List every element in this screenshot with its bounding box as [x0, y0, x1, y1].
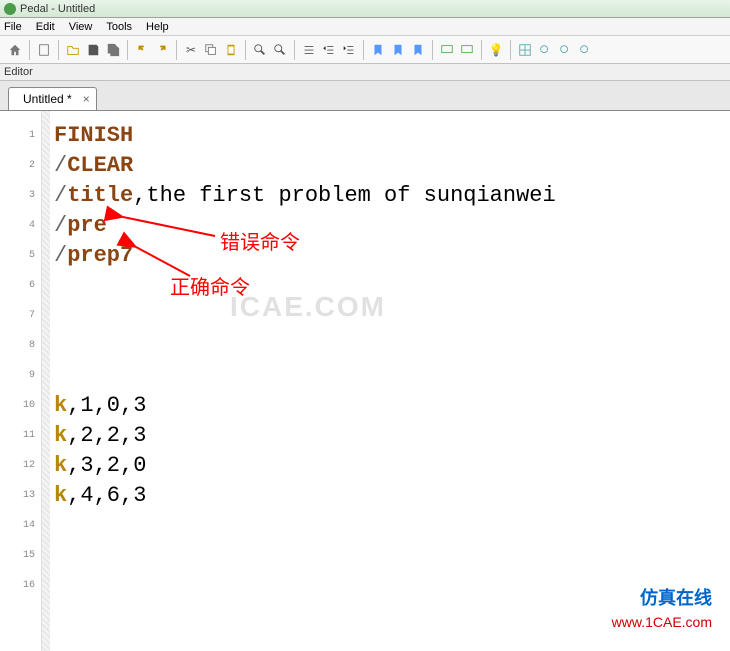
- line-number: 14: [0, 511, 41, 541]
- line-number: 7: [0, 301, 41, 331]
- code-token: k: [54, 393, 67, 418]
- separator: [29, 40, 30, 60]
- menu-file[interactable]: File: [4, 21, 22, 33]
- bookmark-next-icon[interactable]: [409, 41, 427, 59]
- code-token: /: [54, 213, 67, 238]
- paste-icon[interactable]: [222, 41, 240, 59]
- line-number: 10: [0, 391, 41, 421]
- menu-tools[interactable]: Tools: [106, 21, 132, 33]
- line-number: 9: [0, 361, 41, 391]
- separator: [176, 40, 177, 60]
- menu-help[interactable]: Help: [146, 21, 169, 33]
- tab-label: Untitled *: [23, 92, 72, 106]
- copy-icon[interactable]: [202, 41, 220, 59]
- code-token: ,the first problem of sunqianwei: [133, 183, 555, 208]
- comment-icon[interactable]: [438, 41, 456, 59]
- redo-icon[interactable]: [153, 41, 171, 59]
- brand-label: 仿真在线: [640, 584, 712, 610]
- open-icon[interactable]: [64, 41, 82, 59]
- line-number: 8: [0, 331, 41, 361]
- window-titlebar: Pedal - Untitled: [0, 0, 730, 18]
- code-token: pre: [67, 213, 107, 238]
- menu-view[interactable]: View: [69, 21, 93, 33]
- zoom-out-icon[interactable]: [576, 41, 594, 59]
- menu-bar: File Edit View Tools Help: [0, 18, 730, 36]
- line-number: 13: [0, 481, 41, 511]
- line-number: 4: [0, 211, 41, 241]
- code-token: title: [67, 183, 133, 208]
- home-icon[interactable]: [6, 41, 24, 59]
- separator: [58, 40, 59, 60]
- undo-icon[interactable]: [133, 41, 151, 59]
- bookmark-prev-icon[interactable]: [389, 41, 407, 59]
- line-number: 16: [0, 571, 41, 601]
- annotation-wrong-command: 错误命令: [220, 226, 300, 255]
- code-token: k: [54, 423, 67, 448]
- line-gutter: 1 2 3 4 5 6 7 8 9 10 11 12 13 14 15 16: [0, 111, 42, 651]
- watermark-text: ICAE.COM: [230, 291, 386, 323]
- line-number: 11: [0, 421, 41, 451]
- line-number: 1: [0, 121, 41, 151]
- separator: [510, 40, 511, 60]
- find-next-icon[interactable]: [271, 41, 289, 59]
- app-icon: [4, 3, 16, 15]
- cut-icon[interactable]: ✂: [182, 41, 200, 59]
- line-number: 6: [0, 271, 41, 301]
- window-title: Pedal - Untitled: [20, 3, 95, 15]
- code-token: k: [54, 453, 67, 478]
- code-token: ,2,2,3: [67, 423, 146, 448]
- menu-edit[interactable]: Edit: [36, 21, 55, 33]
- editor-tabs: Untitled * ×: [0, 81, 730, 111]
- fold-gutter: [42, 111, 50, 651]
- list-icon[interactable]: [300, 41, 318, 59]
- code-token: k: [54, 483, 67, 508]
- code-content[interactable]: FINISH /CLEAR /title,the first problem o…: [50, 111, 556, 651]
- separator: [245, 40, 246, 60]
- save-icon[interactable]: [84, 41, 102, 59]
- code-token: ,4,6,3: [67, 483, 146, 508]
- tab-untitled[interactable]: Untitled * ×: [8, 87, 97, 110]
- new-file-icon[interactable]: [35, 41, 53, 59]
- line-number: 12: [0, 451, 41, 481]
- line-number: 5: [0, 241, 41, 271]
- close-icon[interactable]: ×: [83, 92, 90, 106]
- find-icon[interactable]: [251, 41, 269, 59]
- outdent-icon[interactable]: [320, 41, 338, 59]
- editor-panel-label: Editor: [0, 64, 730, 81]
- code-token: prep7: [67, 243, 133, 268]
- zoom-icon[interactable]: [536, 41, 554, 59]
- separator: [363, 40, 364, 60]
- code-token: /: [54, 243, 67, 268]
- code-token: CLEAR: [67, 153, 133, 178]
- code-token: FINISH: [54, 123, 133, 148]
- bookmark-icon[interactable]: [369, 41, 387, 59]
- zoom-in-icon[interactable]: [556, 41, 574, 59]
- separator: [294, 40, 295, 60]
- site-url: www.1CAE.com: [612, 614, 712, 630]
- annotation-arrow-wrong: [115, 211, 225, 244]
- save-all-icon[interactable]: [104, 41, 122, 59]
- line-number: 2: [0, 151, 41, 181]
- indent-icon[interactable]: [340, 41, 358, 59]
- bulb-icon[interactable]: 💡: [487, 41, 505, 59]
- code-token: /: [54, 153, 67, 178]
- code-token: ,1,0,3: [67, 393, 146, 418]
- separator: [481, 40, 482, 60]
- grid-icon[interactable]: [516, 41, 534, 59]
- code-token: /: [54, 183, 67, 208]
- code-editor[interactable]: 1 2 3 4 5 6 7 8 9 10 11 12 13 14 15 16 F…: [0, 111, 730, 651]
- line-number: 15: [0, 541, 41, 571]
- toolbar: ✂ 💡: [0, 36, 730, 64]
- uncomment-icon[interactable]: [458, 41, 476, 59]
- code-token: ,3,2,0: [67, 453, 146, 478]
- separator: [127, 40, 128, 60]
- separator: [432, 40, 433, 60]
- line-number: 3: [0, 181, 41, 211]
